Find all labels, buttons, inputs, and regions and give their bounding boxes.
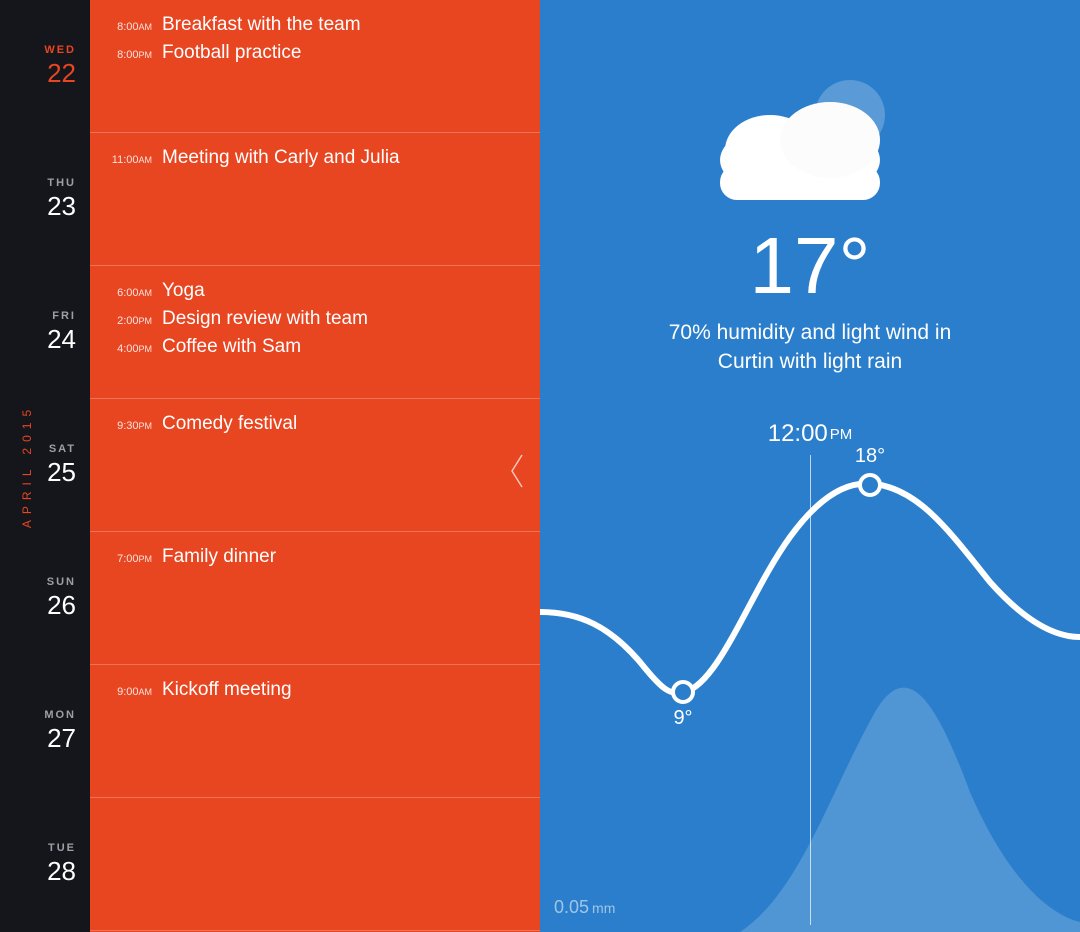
event-title: Coffee with Sam — [162, 336, 301, 358]
event-item[interactable]: 9:30PM Comedy festival — [100, 413, 524, 435]
event-title: Breakfast with the team — [162, 14, 361, 36]
event-time: 2:00PM — [100, 315, 152, 327]
event-item[interactable]: 2:00PM Design review with team — [100, 308, 524, 330]
event-time: 4:00PM — [100, 343, 152, 355]
day-of-week: SUN — [47, 576, 76, 588]
agenda-day[interactable]: 8:00AM Breakfast with the team 8:00PM Fo… — [90, 0, 540, 133]
event-title: Meeting with Carly and Julia — [162, 147, 400, 169]
event-title: Football practice — [162, 42, 301, 64]
event-item[interactable]: 8:00AM Breakfast with the team — [100, 14, 524, 36]
agenda-day[interactable] — [90, 798, 540, 931]
event-time: 8:00PM — [100, 49, 152, 61]
day-number: 23 — [47, 191, 76, 222]
day-of-week: MON — [44, 709, 76, 721]
event-time: 6:00AM — [100, 287, 152, 299]
collapse-caret-icon[interactable] — [502, 446, 532, 496]
event-title: Yoga — [162, 280, 205, 302]
agenda-day[interactable]: 11:00AM Meeting with Carly and Julia — [90, 133, 540, 266]
event-time: 9:00AM — [100, 686, 152, 698]
day-of-week: WED — [44, 44, 76, 56]
event-time: 8:00AM — [100, 21, 152, 33]
high-temp-point[interactable] — [860, 475, 880, 495]
low-temp-point[interactable] — [673, 682, 693, 702]
date-cell[interactable]: WED 22 — [0, 0, 90, 133]
day-of-week: TUE — [48, 842, 76, 854]
agenda-day[interactable]: 9:00AM Kickoff meeting — [90, 665, 540, 798]
date-cell[interactable]: TUE 28 — [0, 798, 90, 931]
current-temperature: 17° — [540, 220, 1080, 312]
date-cell[interactable]: MON 27 — [0, 665, 90, 798]
day-of-week: SAT — [49, 443, 76, 455]
date-cell[interactable]: SUN 26 — [0, 532, 90, 665]
event-item[interactable]: 4:00PM Coffee with Sam — [100, 336, 524, 358]
day-number: 27 — [47, 723, 76, 754]
cloud-sun-icon — [700, 70, 920, 220]
day-number: 22 — [47, 58, 76, 89]
day-number: 28 — [47, 856, 76, 887]
event-title: Comedy festival — [162, 413, 297, 435]
event-title: Kickoff meeting — [162, 679, 292, 701]
temp-line — [540, 483, 1080, 693]
event-item[interactable]: 8:00PM Football practice — [100, 42, 524, 64]
day-number: 26 — [47, 590, 76, 621]
agenda-day[interactable]: 9:30PM Comedy festival — [90, 399, 540, 532]
date-cell[interactable]: SAT 25 — [0, 399, 90, 532]
event-item[interactable]: 9:00AM Kickoff meeting — [100, 679, 524, 701]
event-time: 7:00PM — [100, 553, 152, 565]
event-time: 11:00AM — [100, 154, 152, 166]
date-cell[interactable]: FRI 24 — [0, 266, 90, 399]
event-item[interactable]: 11:00AM Meeting with Carly and Julia — [100, 147, 524, 169]
low-temp-label: 9° — [673, 707, 692, 729]
day-of-week: FRI — [52, 310, 76, 322]
event-item[interactable]: 7:00PM Family dinner — [100, 546, 524, 568]
event-title: Design review with team — [162, 308, 368, 330]
conditions-text: 70% humidity and light wind in Curtin wi… — [540, 318, 1080, 377]
day-number: 24 — [47, 324, 76, 355]
precip-label: 0.05mm — [554, 897, 615, 918]
agenda-panel: 8:00AM Breakfast with the team 8:00PM Fo… — [90, 0, 540, 932]
day-number: 25 — [47, 457, 76, 488]
agenda-day[interactable]: 7:00PM Family dinner — [90, 532, 540, 665]
date-cell[interactable]: THU 23 — [0, 133, 90, 266]
date-rail: APRIL 2015 WED 22 THU 23 FRI 24 SAT 25 S… — [0, 0, 90, 932]
event-item[interactable]: 6:00AM Yoga — [100, 280, 524, 302]
event-title: Family dinner — [162, 546, 276, 568]
high-temp-label: 18° — [855, 445, 885, 467]
weather-panel[interactable]: 17° 70% humidity and light wind in Curti… — [540, 0, 1080, 932]
event-time: 9:30PM — [100, 420, 152, 432]
precip-area — [740, 688, 1080, 932]
month-label: APRIL 2015 — [20, 404, 34, 528]
temperature-chart[interactable]: 9° 18° — [540, 412, 1080, 932]
agenda-day[interactable]: 6:00AM Yoga 2:00PM Design review with te… — [90, 266, 540, 399]
day-of-week: THU — [47, 177, 76, 189]
